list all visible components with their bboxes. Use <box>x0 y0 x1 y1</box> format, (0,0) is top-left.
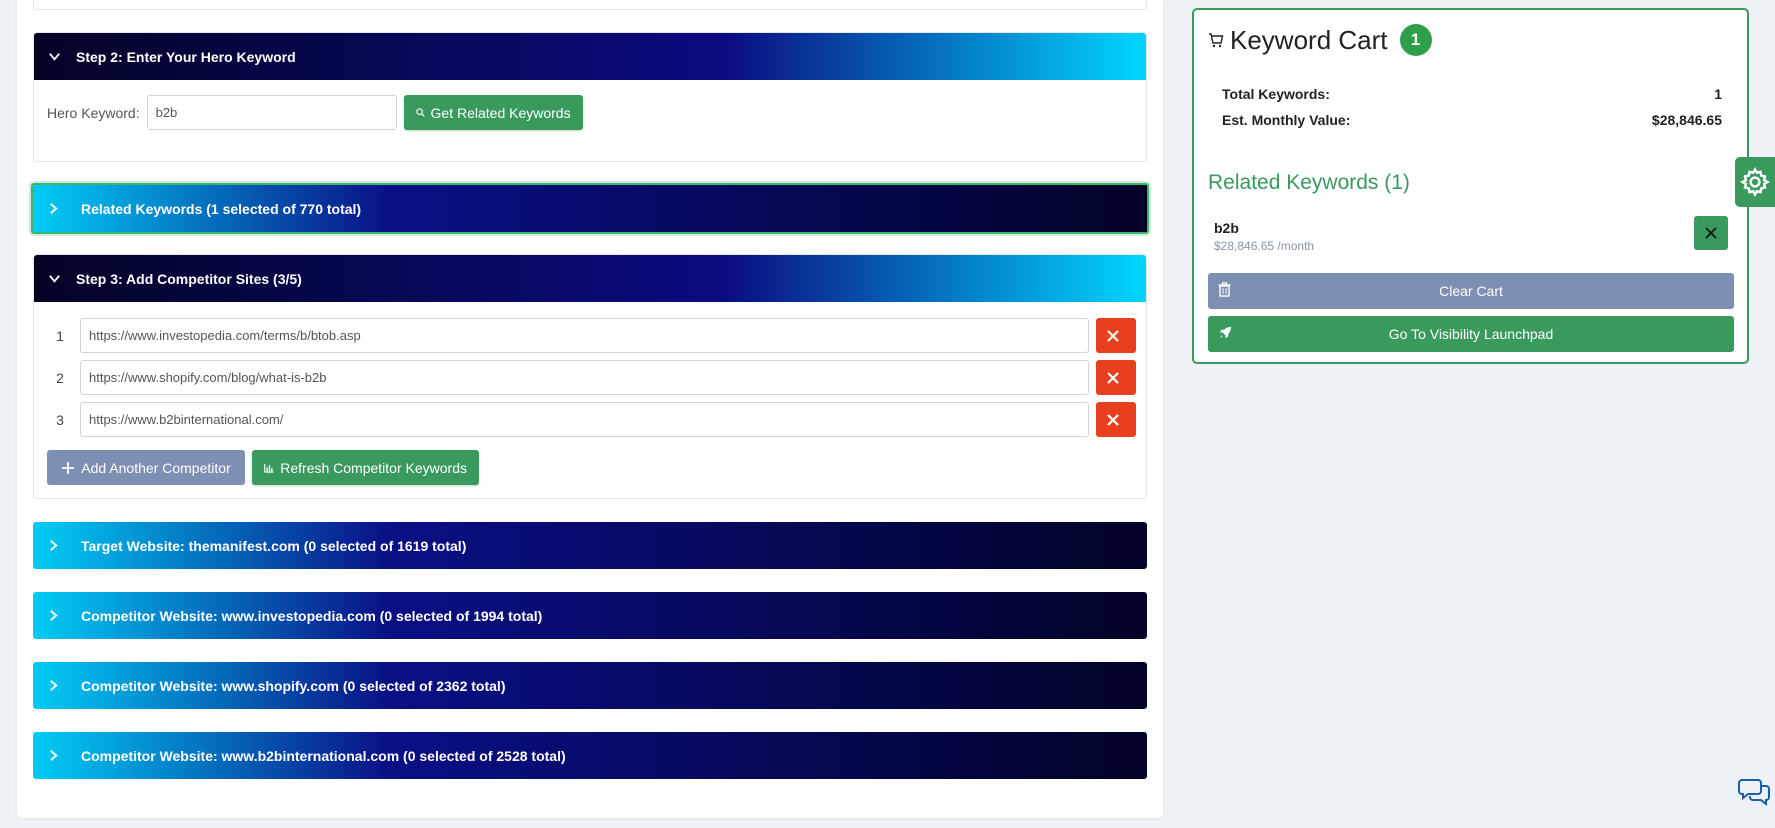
remove-competitor-button[interactable] <box>1096 402 1136 437</box>
chevron-right-icon <box>47 609 69 622</box>
remove-competitor-button[interactable] <box>1096 360 1136 395</box>
monthly-value-label: Est. Monthly Value: <box>1222 112 1351 128</box>
get-related-keywords-label: Get Related Keywords <box>430 104 571 121</box>
competitor-url-input[interactable]: https://www.shopify.com/blog/what-is-b2b <box>80 360 1089 395</box>
bar-chart-icon <box>264 463 274 473</box>
cart-count-badge: 1 <box>1399 24 1432 56</box>
clear-cart-label: Clear Cart <box>1439 283 1503 299</box>
plus-icon <box>62 461 75 474</box>
total-keywords-label: Total Keywords: <box>1222 86 1330 102</box>
keyword-cart: Keyword Cart 1 Total Keywords: 1 Est. Mo… <box>1192 8 1749 364</box>
chat-icon[interactable] <box>1738 776 1770 811</box>
step2-header[interactable]: Step 2: Enter Your Hero Keyword <box>34 33 1146 80</box>
site-section[interactable]: Target Website: themanifest.com (0 selec… <box>33 522 1147 569</box>
competitor-row: 1 https://www.investopedia.com/terms/b/b… <box>46 318 1136 353</box>
site-section-title: Competitor Website: www.b2binternational… <box>81 747 566 764</box>
chevron-right-icon <box>47 679 69 692</box>
related-keywords-section[interactable]: Related Keywords (1 selected of 770 tota… <box>31 183 1149 234</box>
step3-title: Step 3: Add Competitor Sites (3/5) <box>76 270 302 287</box>
competitor-number: 1 <box>56 327 64 344</box>
chevron-down-icon <box>48 50 70 63</box>
clear-cart-button[interactable]: Clear Cart <box>1208 273 1734 309</box>
settings-tab[interactable] <box>1735 157 1775 207</box>
site-section[interactable]: Competitor Website: www.investopedia.com… <box>33 592 1147 639</box>
add-competitor-label: Add Another Competitor <box>81 459 231 476</box>
step3-header[interactable]: Step 3: Add Competitor Sites (3/5) <box>34 255 1146 302</box>
get-related-keywords-button[interactable]: Get Related Keywords <box>403 95 583 130</box>
previous-section-stub <box>33 0 1147 10</box>
competitor-number: 2 <box>56 369 64 386</box>
site-section-title: Competitor Website: www.shopify.com (0 s… <box>81 677 506 694</box>
hero-keyword-input[interactable]: b2b <box>146 95 397 130</box>
cart-keyword-value: $28,846.65 /month <box>1214 239 1315 253</box>
visibility-launchpad-label: Go To Visibility Launchpad <box>1388 326 1554 342</box>
competitor-url-input[interactable]: https://www.investopedia.com/terms/b/bto… <box>80 318 1089 353</box>
step3-section: Step 3: Add Competitor Sites (3/5) 1 htt… <box>33 254 1147 499</box>
monthly-value-value: $28,846.65 <box>1651 112 1722 128</box>
close-icon <box>1107 413 1119 426</box>
site-section-title: Target Website: themanifest.com (0 selec… <box>81 537 467 554</box>
site-section[interactable]: Competitor Website: www.shopify.com (0 s… <box>33 662 1147 709</box>
remove-competitor-button[interactable] <box>1096 318 1136 353</box>
total-keywords-value: 1 <box>1714 86 1722 102</box>
rocket-icon <box>1218 325 1233 343</box>
hero-keyword-label: Hero Keyword: <box>47 104 140 121</box>
cart-keyword-item: b2b $28,846.65 /month <box>1214 220 1314 253</box>
chevron-right-icon <box>47 202 69 215</box>
related-keywords-heading: Related Keywords (1) <box>1208 171 1410 194</box>
cart-title: Keyword Cart <box>1230 24 1388 55</box>
refresh-competitor-keywords-button[interactable]: Refresh Competitor Keywords <box>252 450 479 485</box>
competitor-url-input[interactable]: https://www.b2binternational.com/ <box>80 402 1089 437</box>
competitor-number: 3 <box>56 411 64 428</box>
trash-icon <box>1218 282 1231 300</box>
gear-icon <box>1740 167 1770 197</box>
visibility-launchpad-button[interactable]: Go To Visibility Launchpad <box>1208 316 1734 352</box>
site-section[interactable]: Competitor Website: www.b2binternational… <box>33 732 1147 779</box>
cart-icon <box>1209 33 1224 48</box>
chevron-down-icon <box>48 272 70 285</box>
remove-keyword-button[interactable] <box>1694 216 1728 250</box>
search-icon <box>415 108 425 117</box>
cart-keyword-name: b2b <box>1214 220 1239 236</box>
site-section-title: Competitor Website: www.investopedia.com… <box>81 607 543 624</box>
close-icon <box>1107 371 1119 384</box>
competitor-row: 3 https://www.b2binternational.com/ <box>46 402 1136 437</box>
add-competitor-button[interactable]: Add Another Competitor <box>47 450 245 485</box>
competitor-row: 2 https://www.shopify.com/blog/what-is-b… <box>46 360 1136 395</box>
close-icon <box>1705 227 1717 239</box>
related-keywords-title: Related Keywords (1 selected of 770 tota… <box>81 200 362 217</box>
step2-title: Step 2: Enter Your Hero Keyword <box>76 48 296 65</box>
refresh-competitor-keywords-label: Refresh Competitor Keywords <box>280 459 467 476</box>
step2-section: Step 2: Enter Your Hero Keyword Hero Key… <box>33 32 1147 162</box>
chevron-right-icon <box>47 749 69 762</box>
chevron-right-icon <box>47 539 69 552</box>
close-icon <box>1107 329 1119 342</box>
